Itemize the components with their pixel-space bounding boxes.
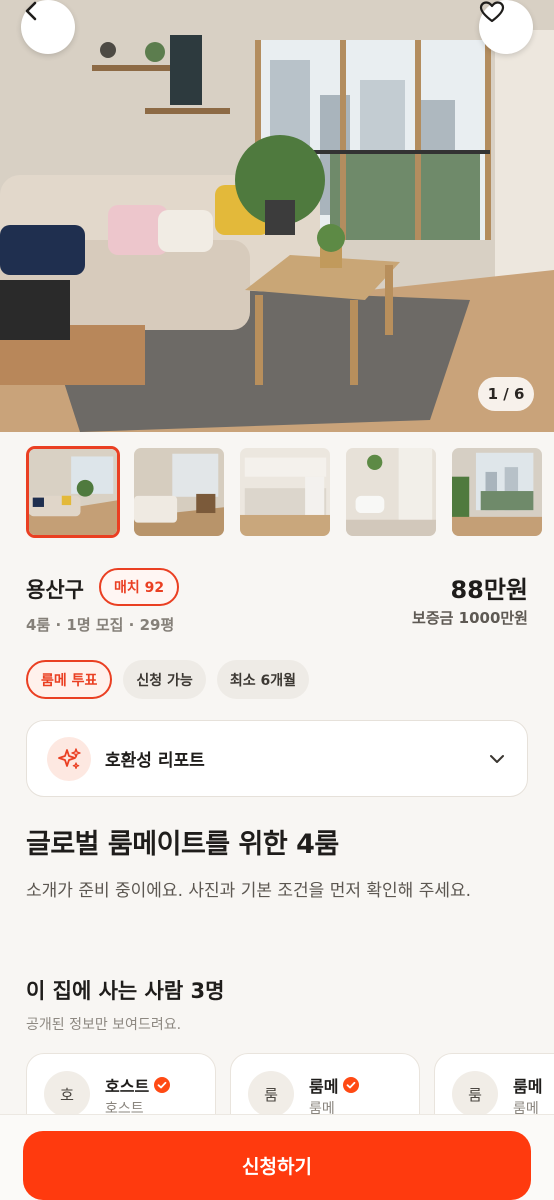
district-label: 용산구 [26, 578, 84, 602]
listing-meta: 4룸 · 1명 모집 · 29평 [26, 616, 175, 634]
thumbnail-image [134, 448, 224, 536]
listing-title: 글로벌 룸메이트를 위한 4룸 [26, 829, 339, 860]
thumbnail-image [346, 448, 436, 536]
compatibility-report-accordion[interactable]: 호환성 리포트 [26, 720, 528, 797]
verified-check-icon [154, 1077, 171, 1093]
tag-roommate-vote[interactable]: 룸메 투표 [26, 660, 113, 699]
tag-min-period: 최소 6개월 [216, 660, 309, 699]
thumbnail-bathroom[interactable] [344, 446, 438, 538]
chevron-down-icon [490, 754, 504, 763]
tag-applicable: 신청 가능 [123, 660, 206, 699]
residents-subtitle: 공개된 정보만 보여드려요. [26, 1017, 182, 1033]
chevron-left-icon [25, 1, 37, 21]
match-score-badge: 매치 92 [99, 568, 180, 606]
tag-list: 룸메 투표 신청 가능 최소 6개월 [26, 660, 309, 699]
residents-title: 이 집에 사는 사람 3명 [26, 979, 225, 1003]
resident-card[interactable]: 룸 룸메 룸메 [434, 1053, 554, 1115]
thumbnail-image [29, 449, 117, 535]
favorite-button[interactable] [479, 0, 533, 54]
sparkles-icon [47, 736, 91, 781]
avatar: 룸 [452, 1071, 498, 1115]
resident-card[interactable]: 호 호스트 호스트 [26, 1053, 216, 1115]
report-label: 호환성 리포트 [105, 751, 205, 771]
thumbnail-image [240, 448, 330, 536]
thumbnail-balcony[interactable] [450, 446, 544, 538]
resident-name: 룸메 [309, 1077, 339, 1096]
avatar: 호 [44, 1071, 90, 1115]
resident-role: 룸메 [309, 1101, 335, 1115]
resident-name: 룸메 [513, 1077, 543, 1096]
resident-card[interactable]: 룸 룸메 룸메 [230, 1053, 420, 1115]
resident-role: 호스트 [105, 1101, 144, 1115]
hero-photo[interactable]: 1 / 6 [0, 0, 554, 432]
residents-carousel[interactable]: 호 호스트 호스트 룸 룸메 룸메 룸 룸메 룸메 [26, 1053, 554, 1115]
listing-description: 소개가 준비 중이에요. 사진과 기본 조건을 먼저 확인해 주세요. [26, 881, 472, 901]
apply-button[interactable]: 신청하기 [23, 1131, 531, 1200]
back-button[interactable] [21, 0, 75, 54]
thumbnail-living-room[interactable] [26, 446, 120, 538]
verified-check-icon [343, 1077, 360, 1093]
resident-role: 룸메 [513, 1101, 539, 1115]
deposit-amount: 보증금 1000만원 [412, 609, 528, 627]
heart-icon [479, 1, 505, 23]
monthly-price: 88만원 [450, 576, 528, 604]
living-room-photo [0, 0, 554, 432]
thumbnail-image [452, 448, 542, 536]
thumbnail-strip [26, 446, 544, 538]
thumbnail-bedroom[interactable] [132, 446, 226, 538]
photo-counter: 1 / 6 [478, 377, 534, 411]
thumbnail-kitchen[interactable] [238, 446, 332, 538]
resident-name: 호스트 [105, 1077, 150, 1096]
avatar: 룸 [248, 1071, 294, 1115]
